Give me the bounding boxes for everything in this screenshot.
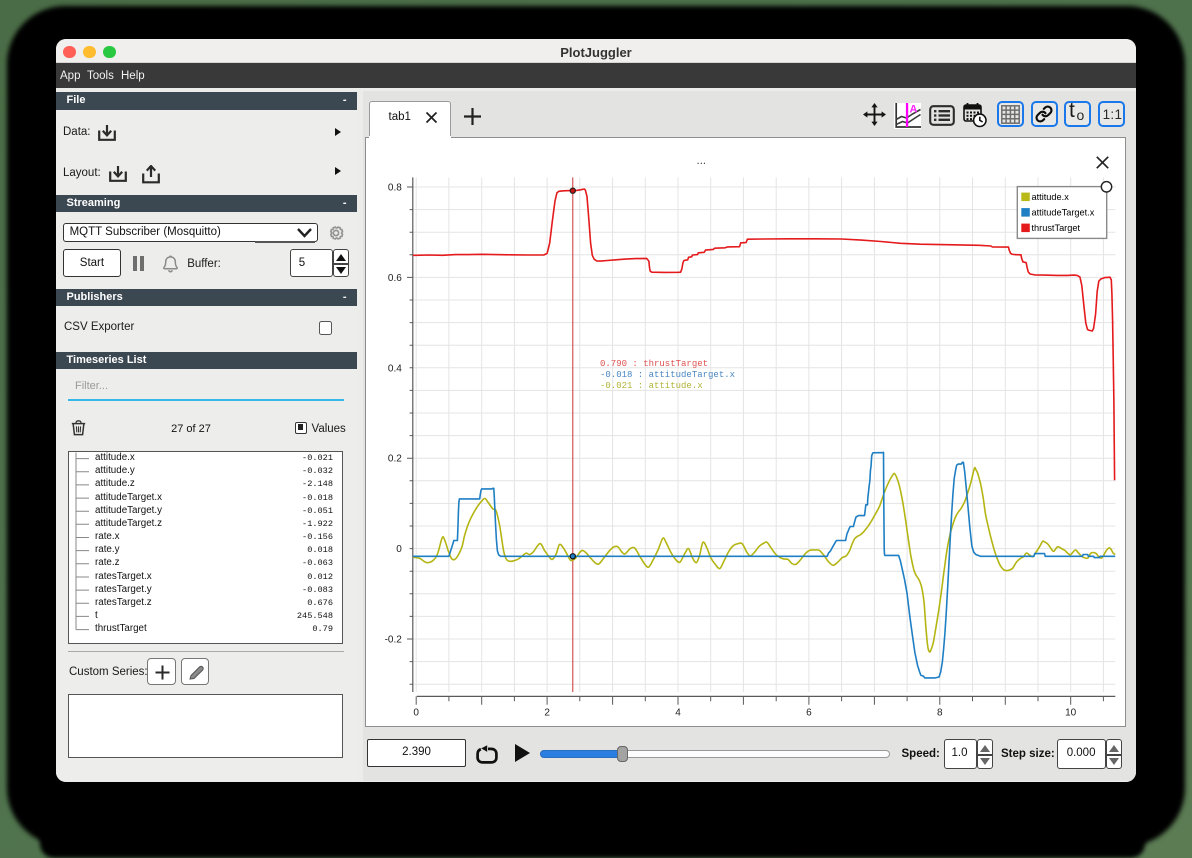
svg-text:attitudeTarget.x: attitudeTarget.x bbox=[1031, 207, 1094, 217]
svg-text:A: A bbox=[910, 104, 918, 116]
svg-text:2: 2 bbox=[544, 707, 550, 718]
svg-text:0.4: 0.4 bbox=[387, 363, 401, 374]
svg-text:8: 8 bbox=[937, 707, 943, 718]
svg-text:-0.2: -0.2 bbox=[384, 634, 402, 645]
svg-text:attitude.x: attitude.x bbox=[1031, 192, 1069, 202]
svg-text:4: 4 bbox=[675, 707, 681, 718]
svg-text:-0.021 : attitude.x: -0.021 : attitude.x bbox=[600, 381, 703, 391]
svg-text:0.790 : thrustTarget: 0.790 : thrustTarget bbox=[600, 359, 708, 369]
svg-text:thrustTarget: thrustTarget bbox=[1031, 223, 1080, 233]
svg-text:10: 10 bbox=[1065, 707, 1077, 718]
svg-text:0.2: 0.2 bbox=[387, 453, 401, 464]
svg-text:0: 0 bbox=[396, 544, 402, 555]
svg-text:6: 6 bbox=[806, 707, 812, 718]
svg-text:-0.018 : attitudeTarget.x: -0.018 : attitudeTarget.x bbox=[600, 370, 735, 380]
svg-text:0: 0 bbox=[413, 707, 419, 718]
svg-text:0.8: 0.8 bbox=[387, 182, 401, 193]
svg-text:0.6: 0.6 bbox=[387, 272, 401, 283]
